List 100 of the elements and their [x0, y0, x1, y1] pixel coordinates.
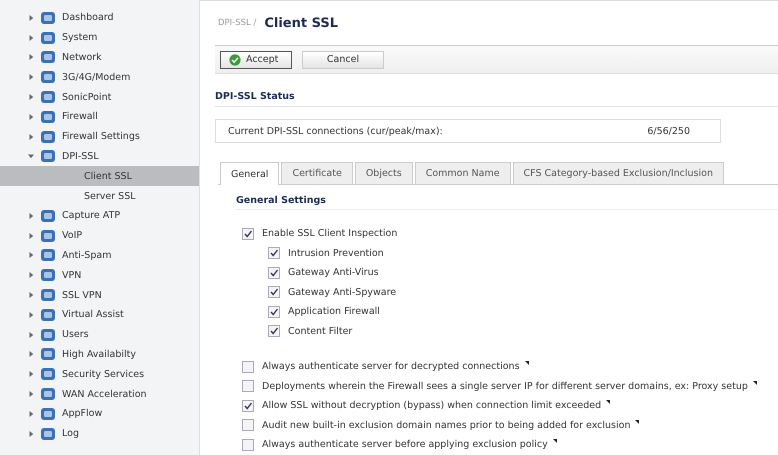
- module-icon: [40, 247, 56, 264]
- module-icon: [40, 267, 56, 284]
- module-icon: [40, 426, 56, 442]
- module-icon: [40, 306, 56, 323]
- expand-arrow-icon: [28, 391, 34, 398]
- checkbox[interactable]: [242, 380, 254, 392]
- expand-arrow-icon: [28, 351, 34, 358]
- expand-arrow-icon: [28, 134, 34, 140]
- nav-item[interactable]: Capture ATP: [0, 206, 199, 226]
- module-icon: [40, 108, 56, 125]
- note-marker-icon[interactable]: [524, 361, 529, 365]
- checkbox[interactable]: [268, 266, 280, 279]
- nav-item[interactable]: 3G/4G/Modem: [0, 67, 199, 88]
- cancel-button[interactable]: Cancel: [302, 50, 384, 68]
- checkbox[interactable]: [242, 360, 254, 373]
- note-marker-icon[interactable]: [606, 400, 610, 404]
- checkbox[interactable]: [268, 286, 280, 298]
- checkbox[interactable]: [268, 247, 280, 260]
- nav-item[interactable]: Security Services: [0, 364, 199, 384]
- option-label: Always authenticate server before applying exclusion policy: [262, 439, 548, 450]
- nav-item[interactable]: Network: [0, 48, 199, 68]
- nav-item[interactable]: Dashboard: [0, 8, 199, 28]
- expand-arrow-icon: [28, 74, 34, 80]
- expand-arrow-icon: [28, 312, 34, 318]
- nav-item[interactable]: Firewall Settings: [0, 126, 199, 147]
- note-marker-icon[interactable]: [752, 380, 757, 384]
- expand-arrow-icon: [28, 252, 34, 258]
- nav-item[interactable]: WAN Acceleration: [0, 384, 199, 404]
- nav-item[interactable]: VPN: [0, 265, 199, 286]
- module-icon: [40, 386, 56, 402]
- option-label: Deployments wherein the Firewall sees a single server IP for different server domains, ex: Proxy setup: [262, 380, 748, 392]
- expand-arrow-icon: [28, 232, 34, 239]
- checkbox[interactable]: [242, 419, 254, 432]
- module-icon: [40, 287, 56, 304]
- expand-arrow-icon: [28, 332, 34, 338]
- expand-arrow-icon: [28, 94, 34, 100]
- expand-arrow-icon: [28, 34, 34, 41]
- option-label: Gateway Anti-Virus: [288, 267, 379, 278]
- checkbox[interactable]: [268, 306, 280, 318]
- expand-arrow-icon: [28, 212, 34, 219]
- section-heading: General Settings: [236, 195, 778, 210]
- module-icon: [40, 406, 56, 422]
- nav-item[interactable]: Log: [0, 424, 199, 444]
- tab[interactable]: CFS Category-based Exclusion/Inclusion: [512, 162, 724, 184]
- expand-arrow-icon: [28, 430, 34, 437]
- nav-item[interactable]: System: [0, 28, 199, 48]
- accept-button[interactable]: Accept: [220, 50, 292, 68]
- nav-subitem[interactable]: Client SSL: [0, 166, 199, 186]
- nav-item[interactable]: VoIP: [0, 226, 199, 246]
- nav-item[interactable]: Firewall: [0, 106, 199, 127]
- checkbox[interactable]: [268, 325, 280, 338]
- checkbox[interactable]: [242, 228, 254, 240]
- option-label: Gateway Anti-Spyware: [288, 286, 396, 298]
- expand-arrow-icon: [28, 14, 34, 21]
- module-icon: [40, 49, 56, 66]
- module-icon: [40, 30, 56, 46]
- module-icon: [40, 148, 56, 164]
- tab[interactable]: Certificate: [281, 162, 353, 184]
- note-marker-icon[interactable]: [552, 439, 557, 443]
- nav-item[interactable]: DPI-SSL: [0, 146, 199, 166]
- nav-subitem[interactable]: Server SSL: [0, 186, 199, 206]
- expand-arrow-icon: [28, 410, 34, 417]
- status-label: Current DPI-SSL connections (cur/peak/max):: [228, 126, 443, 136]
- note-marker-icon[interactable]: [635, 420, 640, 424]
- expand-arrow-icon: [28, 272, 34, 278]
- check-icon: [229, 54, 241, 66]
- option-label: Allow SSL without decryption (bypass) when connection limit exceeded: [262, 400, 602, 412]
- expand-arrow-icon: [28, 153, 34, 160]
- expand-arrow-icon: [28, 292, 34, 298]
- nav-item[interactable]: SonicPoint: [0, 87, 199, 107]
- checkbox[interactable]: [242, 400, 254, 412]
- module-icon: [40, 69, 56, 86]
- module-icon: [40, 346, 56, 362]
- option-label: Content Filter: [288, 326, 352, 337]
- nav-item[interactable]: Virtual Assist: [0, 304, 199, 325]
- tab[interactable]: Common Name: [414, 162, 511, 184]
- module-icon: [40, 208, 56, 224]
- module-icon: [40, 326, 56, 343]
- module-icon: [40, 128, 56, 145]
- checkbox[interactable]: [242, 438, 254, 451]
- module-icon: [40, 89, 56, 106]
- option-label: Always authenticate server for decrypted connections: [262, 361, 520, 372]
- expand-arrow-icon: [28, 371, 34, 378]
- nav-item[interactable]: SSL VPN: [0, 285, 199, 305]
- expand-arrow-icon: [28, 54, 34, 60]
- expand-arrow-icon: [28, 114, 34, 120]
- nav-item[interactable]: High Availabilty: [0, 344, 199, 364]
- nav-item[interactable]: AppFlow: [0, 404, 199, 424]
- nav-item[interactable]: Anti-Spam: [0, 246, 199, 266]
- module-icon: [40, 366, 56, 382]
- nav-item[interactable]: Users: [0, 324, 199, 345]
- option-label: Enable SSL Client Inspection: [262, 228, 398, 240]
- option-label: Application Firewall: [288, 306, 380, 318]
- module-icon: [40, 10, 56, 26]
- tab[interactable]: Objects: [354, 162, 413, 184]
- status-value: 6/56/250: [647, 126, 690, 136]
- page-title: Client SSL: [264, 16, 338, 30]
- option-label: Intrusion Prevention: [288, 248, 384, 259]
- tab[interactable]: General: [220, 162, 280, 185]
- option-label: Audit new built-in exclusion domain names prior to being added for exclusion: [262, 420, 630, 431]
